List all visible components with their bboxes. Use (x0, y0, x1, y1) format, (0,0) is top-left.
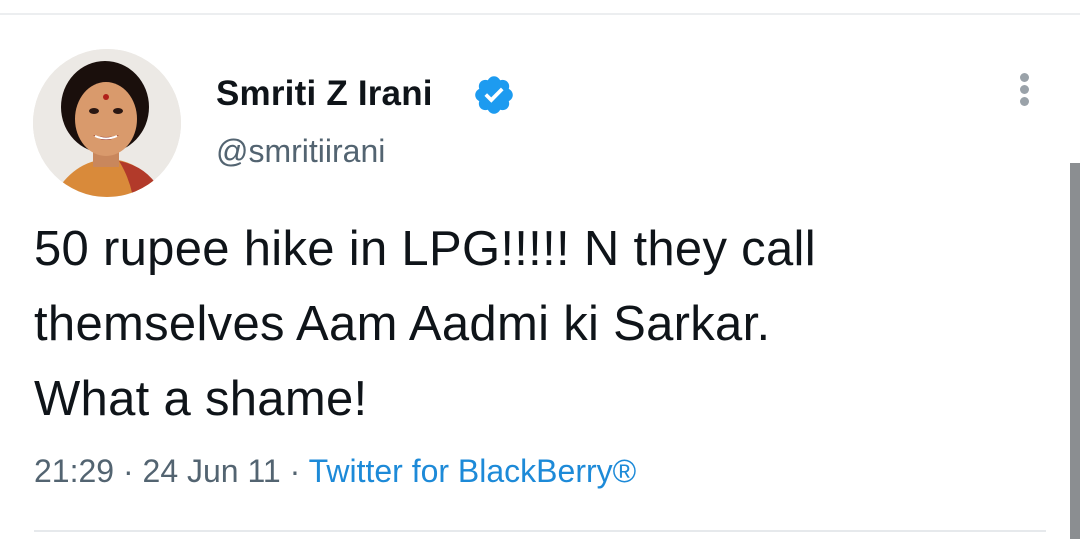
tweet-line: 50 rupee hike in LPG!!!!! N they call (34, 222, 816, 276)
tweet-source-link[interactable]: Twitter for BlackBerry® (309, 453, 637, 489)
tweet-text: 50 rupee hike in LPG!!!!! N they call th… (34, 212, 1034, 437)
tweet-meta: 21:29 · 24 Jun 11 · Twitter for BlackBer… (34, 453, 636, 490)
verified-badge-icon (475, 76, 513, 114)
profile-photo (33, 49, 181, 197)
tweet-date[interactable]: 24 Jun 11 (143, 453, 281, 489)
tweet-time[interactable]: 21:29 (34, 453, 114, 489)
tweet-line: themselves Aam Aadmi ki Sarkar. (34, 297, 771, 351)
meta-separator: · (289, 453, 301, 489)
top-divider (0, 13, 1080, 15)
meta-separator: · (122, 453, 134, 489)
user-handle[interactable]: @smritiirani (216, 133, 385, 170)
bottom-divider (34, 530, 1046, 532)
more-vertical-icon[interactable] (1015, 73, 1033, 113)
scrollbar[interactable] (1070, 163, 1080, 539)
avatar[interactable] (33, 49, 181, 197)
display-name[interactable]: Smriti Z Irani (216, 74, 433, 114)
tweet-line: What a shame! (34, 372, 368, 426)
